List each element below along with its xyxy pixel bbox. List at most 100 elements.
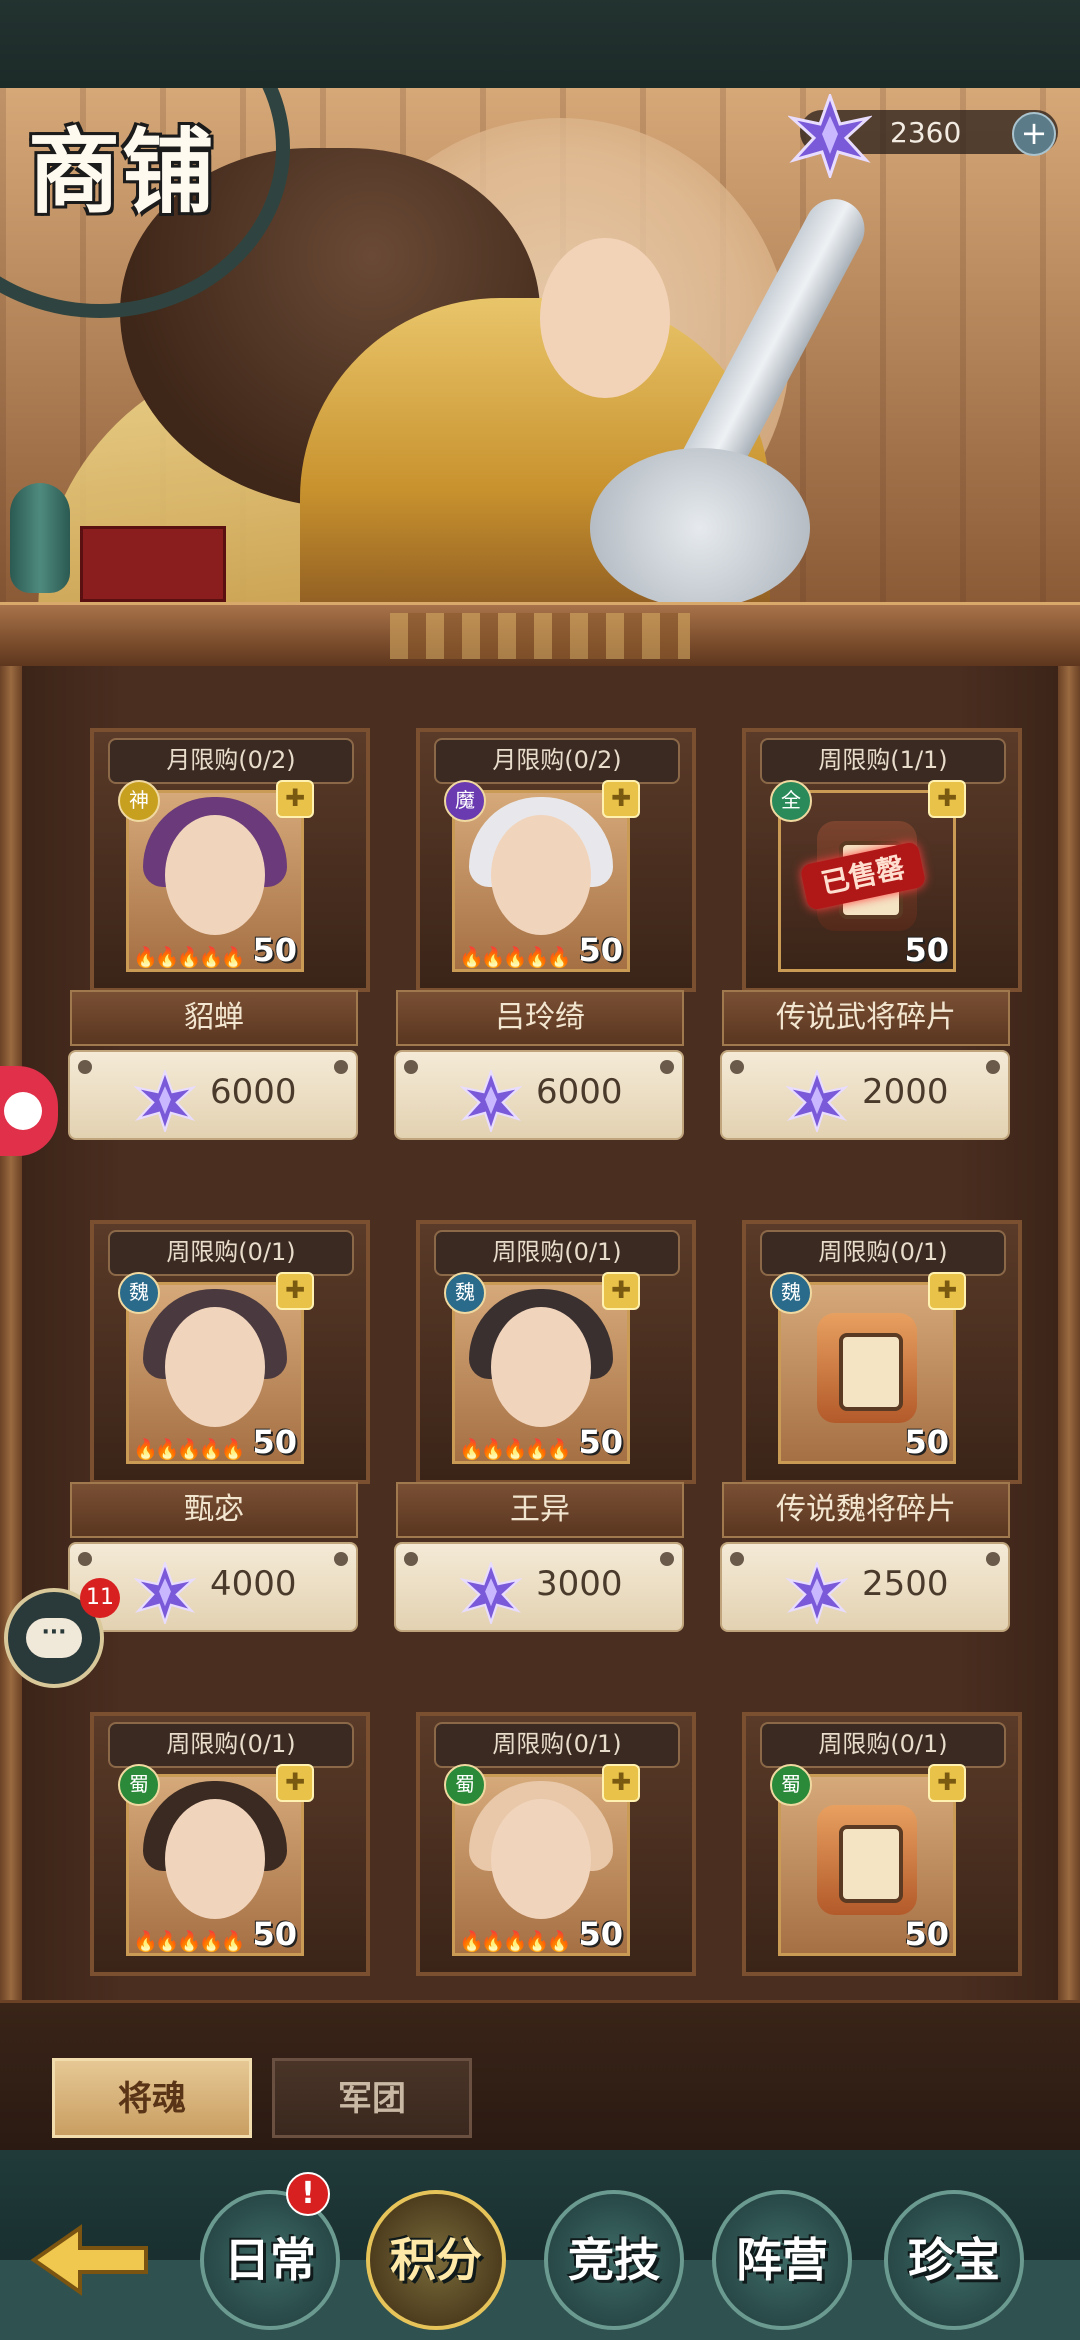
item-price: 4000 <box>210 1564 297 1604</box>
item-level: 50 <box>578 1915 623 1953</box>
currency-amount: 2360 <box>890 116 962 149</box>
right-pillar <box>1058 666 1080 2056</box>
item-level: 50 <box>904 931 949 969</box>
faction-badge: 魔 <box>444 780 486 822</box>
puzzle-piece-icon: ✚ <box>928 1272 966 1310</box>
left-pillar <box>0 666 22 2056</box>
faction-badge: 全 <box>770 780 812 822</box>
star-rating-icon: 🔥🔥🔥🔥🔥 <box>133 945 246 969</box>
purchase-limit: 周限购(0/1) <box>760 1722 1006 1768</box>
hero-portrait: 🔥🔥🔥🔥🔥 50 <box>452 790 630 972</box>
soul-gem-icon <box>459 1560 523 1628</box>
star-rating-icon: 🔥🔥🔥🔥🔥 <box>459 1929 572 1953</box>
faction-badge: 魏 <box>118 1272 160 1314</box>
puzzle-piece-icon: ✚ <box>602 1764 640 1802</box>
item-level: 50 <box>252 1423 297 1461</box>
item-name: 甄宓 <box>70 1482 358 1538</box>
item-name: 传说武将碎片 <box>722 990 1010 1046</box>
puzzle-piece-icon: ✚ <box>928 780 966 818</box>
shop-item-card[interactable]: 周限购(1/1) 已售罄 50 全 ✚ 传说武将碎片 2000 <box>718 728 1044 1148</box>
chat-count-badge: 11 <box>80 1578 120 1618</box>
faction-badge: 神 <box>118 780 160 822</box>
faction-badge: 蜀 <box>770 1764 812 1806</box>
purchase-limit: 周限购(0/1) <box>434 1722 680 1768</box>
soul-gem-icon <box>786 91 874 182</box>
item-price: 6000 <box>536 1072 623 1112</box>
soul-gem-icon <box>133 1560 197 1628</box>
game-pad-icon <box>4 1092 42 1130</box>
item-level: 50 <box>578 931 623 969</box>
puzzle-piece-icon: ✚ <box>602 780 640 818</box>
nav-treasure[interactable]: 珍宝 <box>884 2190 1024 2330</box>
purchase-limit: 周限购(0/1) <box>434 1230 680 1276</box>
puzzle-piece-icon: ✚ <box>276 780 314 818</box>
shop-item-card[interactable]: 月限购(0/2) 🔥🔥🔥🔥🔥 50 魔 ✚ 吕玲绮 6000 <box>392 728 718 1148</box>
chat-button[interactable]: ··· 11 <box>4 1578 120 1688</box>
item-price: 2500 <box>862 1564 949 1604</box>
item-level: 50 <box>252 931 297 969</box>
purchase-limit: 月限购(0/2) <box>108 738 354 784</box>
purchase-limit: 月限购(0/2) <box>434 738 680 784</box>
soul-gem-icon <box>785 1068 849 1136</box>
purchase-limit: 周限购(0/1) <box>760 1230 1006 1276</box>
status-bar <box>0 0 1080 90</box>
faction-badge: 魏 <box>444 1272 486 1314</box>
puzzle-piece-icon: ✚ <box>928 1764 966 1802</box>
back-arrow-icon <box>30 2224 148 2296</box>
shop-banner: 商铺 <box>0 88 1080 608</box>
hero-portrait: 🔥🔥🔥🔥🔥 50 <box>126 1282 304 1464</box>
item-price: 3000 <box>536 1564 623 1604</box>
page-title: 商铺 <box>28 118 217 226</box>
shop-item-card[interactable]: 周限购(0/1) 🔥🔥🔥🔥🔥 50 魏 ✚ 甄宓 4000 <box>66 1220 392 1640</box>
faction-badge: 蜀 <box>118 1764 160 1806</box>
puzzle-piece-icon: ✚ <box>276 1764 314 1802</box>
item-name: 吕玲绮 <box>396 990 684 1046</box>
shop-item-card[interactable]: 周限购(0/1) 50 魏 ✚ 传说魏将碎片 2500 <box>718 1220 1044 1640</box>
hero-portrait: 🔥🔥🔥🔥🔥 50 <box>126 1774 304 1956</box>
shop-item-card[interactable]: 月限购(0/2) 🔥🔥🔥🔥🔥 50 神 ✚ 貂蝉 6000 <box>66 728 392 1148</box>
add-currency-button[interactable]: + <box>1012 112 1056 156</box>
item-level: 50 <box>904 1423 949 1461</box>
hero-portrait: 🔥🔥🔥🔥🔥 50 <box>126 790 304 972</box>
puzzle-piece-icon: ✚ <box>276 1272 314 1310</box>
faction-badge: 魏 <box>770 1272 812 1314</box>
purchase-limit: 周限购(1/1) <box>760 738 1006 784</box>
nav-camp[interactable]: 阵营 <box>712 2190 852 2330</box>
soul-gem-icon <box>785 1560 849 1628</box>
star-rating-icon: 🔥🔥🔥🔥🔥 <box>133 1437 246 1461</box>
purchase-limit: 周限购(0/1) <box>108 1722 354 1768</box>
hero-portrait: 🔥🔥🔥🔥🔥 50 <box>452 1774 630 1956</box>
nav-arena[interactable]: 竞技 <box>544 2190 684 2330</box>
hero-portrait: 🔥🔥🔥🔥🔥 50 <box>452 1282 630 1464</box>
item-portrait: 已售罄 50 <box>778 790 956 972</box>
item-portrait: 50 <box>778 1282 956 1464</box>
soul-gem-icon <box>133 1068 197 1136</box>
price-tag[interactable]: 6000 <box>68 1050 358 1140</box>
item-portrait: 50 <box>778 1774 956 1956</box>
star-rating-icon: 🔥🔥🔥🔥🔥 <box>459 945 572 969</box>
item-name: 王异 <box>396 1482 684 1538</box>
star-rating-icon: 🔥🔥🔥🔥🔥 <box>133 1929 246 1953</box>
currency-display: 2360 + <box>786 91 1058 181</box>
nav-points[interactable]: 积分 <box>366 2190 506 2330</box>
price-tag[interactable]: 6000 <box>394 1050 684 1140</box>
item-name: 貂蝉 <box>70 990 358 1046</box>
item-level: 50 <box>252 1915 297 1953</box>
item-price: 6000 <box>210 1072 297 1112</box>
shop-item-card[interactable]: 周限购(0/1) 🔥🔥🔥🔥🔥 50 魏 ✚ 王异 3000 <box>392 1220 718 1640</box>
soul-gem-icon <box>459 1068 523 1136</box>
item-price: 2000 <box>862 1072 949 1112</box>
item-level: 50 <box>904 1915 949 1953</box>
treasure-chest-art <box>80 526 226 602</box>
purchase-limit: 周限购(0/1) <box>108 1230 354 1276</box>
back-button[interactable] <box>30 2220 150 2300</box>
item-level: 50 <box>578 1423 623 1461</box>
price-tag[interactable]: 2500 <box>720 1542 1010 1632</box>
item-name: 传说魏将碎片 <box>722 1482 1010 1538</box>
shelf-ledge <box>0 602 1080 672</box>
price-tag[interactable]: 2000 <box>720 1050 1010 1140</box>
puzzle-piece-icon: ✚ <box>602 1272 640 1310</box>
price-tag[interactable]: 3000 <box>394 1542 684 1632</box>
tab-jianghun[interactable]: 将魂 <box>52 2058 252 2138</box>
tab-juntuan[interactable]: 军团 <box>272 2058 472 2138</box>
